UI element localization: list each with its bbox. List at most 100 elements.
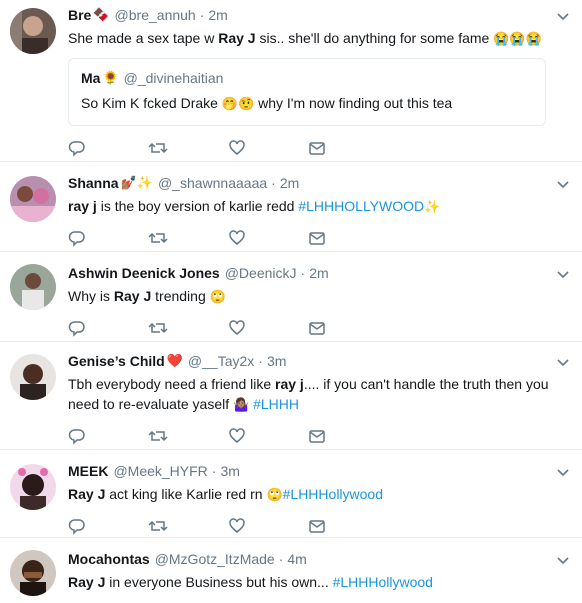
reply-icon xyxy=(68,321,85,337)
like-button[interactable] xyxy=(228,228,308,248)
avatar[interactable] xyxy=(10,354,56,400)
display-name[interactable]: Shanna xyxy=(68,174,119,192)
name-emoji: 🍫 xyxy=(93,7,110,22)
display-name[interactable]: MEEK xyxy=(68,462,108,480)
message-button[interactable] xyxy=(308,138,388,158)
handle[interactable]: @MzGotz_ItzMade xyxy=(155,550,275,568)
keyword: Ray J xyxy=(113,288,152,304)
message-icon xyxy=(309,520,325,533)
separator-dot: · xyxy=(278,551,284,567)
tweet-text: She made a sex tape w Ray J sis.. she'll… xyxy=(68,28,572,48)
tweet-actions xyxy=(68,318,572,338)
text-span: .... if you can't handle the truth then … xyxy=(303,376,549,392)
message-icon xyxy=(309,430,325,443)
reply-icon xyxy=(68,231,85,247)
chevron-down-icon[interactable] xyxy=(556,12,570,22)
message-icon xyxy=(309,232,325,245)
separator-dot: · xyxy=(271,175,276,191)
display-name[interactable]: Bre xyxy=(68,6,91,24)
message-button[interactable] xyxy=(308,228,388,248)
timestamp[interactable]: 2m xyxy=(208,6,227,24)
retweet-button[interactable] xyxy=(148,318,228,338)
text-line: need to re-evaluate yaself 🤷🏽‍♀️ #LHHH xyxy=(68,394,572,414)
display-name[interactable]: Mocahontas xyxy=(68,550,150,568)
avatar[interactable] xyxy=(10,8,56,54)
retweet-button[interactable] xyxy=(148,426,228,446)
retweet-button[interactable] xyxy=(148,516,228,536)
chevron-down-icon[interactable] xyxy=(556,270,570,280)
emoji: 🤭🤨 xyxy=(221,96,255,111)
text-span: need to re-evaluate yaself xyxy=(68,396,233,412)
retweet-icon xyxy=(148,142,168,154)
tweet[interactable]: Mocahontas @MzGotz_ItzMade · 4m Ray J in… xyxy=(0,538,582,603)
retweet-button[interactable] xyxy=(148,138,228,158)
text-line: Tbh everybody need a friend like ray j..… xyxy=(68,374,572,394)
text-span: act king like Karlie red rn xyxy=(105,486,267,502)
like-button[interactable] xyxy=(228,318,308,338)
message-button[interactable] xyxy=(308,516,388,536)
tweet-text: Why is Ray J trending 🙄 xyxy=(68,286,572,306)
display-name[interactable]: Genise’s Child xyxy=(68,352,165,370)
tweet[interactable]: Shanna 💅🏽✨ @_shawnnaaaaa · 2m ray j is t… xyxy=(0,162,582,252)
quoted-tweet[interactable]: Ma 🌻 @_divinehaitian So Kim K fcked Drak… xyxy=(68,58,546,126)
reply-button[interactable] xyxy=(68,228,148,248)
hashtag-link[interactable]: #LHHHOLLYWOOD xyxy=(298,198,424,214)
avatar[interactable] xyxy=(10,550,56,596)
retweet-icon xyxy=(148,232,168,244)
timestamp[interactable]: 2m xyxy=(309,264,328,282)
tweet[interactable]: Genise’s Child ❤️ @__Tay2x · 3m Tbh ever… xyxy=(0,342,582,450)
retweet-button[interactable] xyxy=(148,228,228,248)
tweet[interactable]: Bre 🍫 @bre_annuh · 2m She made a sex tap… xyxy=(0,0,582,162)
like-icon xyxy=(229,428,245,443)
tweet[interactable]: MEEK @Meek_HYFR · 3m Ray J act king like… xyxy=(0,450,582,538)
reply-button[interactable] xyxy=(68,318,148,338)
tweet-feed: Bre 🍫 @bre_annuh · 2m She made a sex tap… xyxy=(0,0,582,603)
reply-button[interactable] xyxy=(68,426,148,446)
hashtag-link[interactable]: #LHHH xyxy=(253,396,299,412)
tweet-text: Ray J in everyone Business but his own..… xyxy=(68,572,572,592)
separator-dot: · xyxy=(258,353,263,369)
reply-icon xyxy=(68,141,85,157)
text-span: why I'm now finding out this tea xyxy=(254,95,453,111)
avatar[interactable] xyxy=(10,176,56,222)
handle[interactable]: @_shawnnaaaaa xyxy=(158,174,267,192)
timestamp[interactable]: 2m xyxy=(280,174,299,192)
message-button[interactable] xyxy=(308,318,388,338)
tweet[interactable]: Ashwin Deenick Jones @DeenickJ · 2m Why … xyxy=(0,252,582,342)
handle[interactable]: @bre_annuh xyxy=(115,6,196,24)
timestamp[interactable]: 3m xyxy=(220,462,239,480)
chevron-down-icon[interactable] xyxy=(556,468,570,478)
avatar[interactable] xyxy=(10,264,56,310)
handle[interactable]: @__Tay2x xyxy=(188,352,254,370)
message-icon xyxy=(309,142,325,155)
tweet-actions xyxy=(68,228,572,248)
hashtag-link[interactable]: #LHHHollywood xyxy=(283,486,383,502)
name-emoji: 💅🏽✨ xyxy=(120,175,153,190)
message-button[interactable] xyxy=(308,426,388,446)
chevron-down-icon[interactable] xyxy=(556,358,570,368)
keyword: ray j xyxy=(275,376,304,392)
like-icon xyxy=(229,230,245,245)
like-button[interactable] xyxy=(228,426,308,446)
like-button[interactable] xyxy=(228,138,308,158)
timestamp[interactable]: 3m xyxy=(267,352,286,370)
chevron-down-icon[interactable] xyxy=(556,180,570,190)
text-span: is the boy version of karlie redd xyxy=(96,198,299,214)
retweet-icon xyxy=(148,322,168,334)
reply-button[interactable] xyxy=(68,138,148,158)
handle[interactable]: @DeenickJ xyxy=(225,264,297,282)
avatar[interactable] xyxy=(10,464,56,510)
like-button[interactable] xyxy=(228,516,308,536)
handle[interactable]: @Meek_HYFR xyxy=(113,462,207,480)
text-span: in everyone Business but his own... xyxy=(105,574,333,590)
tweet-text: Ray J act king like Karlie red rn 🙄#LHHH… xyxy=(68,484,572,504)
display-name[interactable]: Ashwin Deenick Jones xyxy=(68,264,220,282)
chevron-down-icon[interactable] xyxy=(556,556,570,566)
reply-button[interactable] xyxy=(68,516,148,536)
text-span: sis.. she'll do anything for some fame xyxy=(255,30,494,46)
emoji: 😭😭😭 xyxy=(493,31,542,46)
retweet-icon xyxy=(148,520,168,532)
tweet-actions xyxy=(68,516,572,536)
hashtag-link[interactable]: #LHHHollywood xyxy=(333,574,433,590)
timestamp[interactable]: 4m xyxy=(287,550,306,568)
